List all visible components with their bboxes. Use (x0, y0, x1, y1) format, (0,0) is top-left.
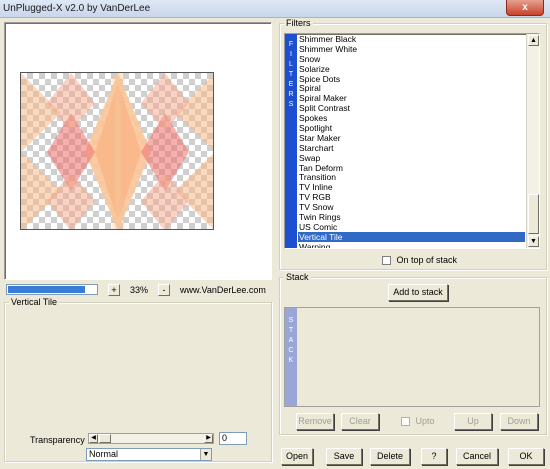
stack-label: Stack (284, 272, 311, 282)
open-button[interactable]: Open (281, 448, 313, 465)
filters-list[interactable]: F I L T E R S Shimmer Black Shimmer White… (284, 33, 540, 249)
scroll-down-icon[interactable]: ▼ (528, 236, 539, 247)
title-bar: UnPlugged-X v2.0 by VanDerLee x (0, 0, 550, 18)
preview-image (21, 73, 213, 229)
scroll-up-icon[interactable]: ▲ (528, 35, 539, 46)
filter-item[interactable]: TV Inline (298, 182, 525, 192)
filters-items: Shimmer Black Shimmer White Snow Solarize Sp… (298, 34, 525, 248)
slider-left-icon[interactable]: ◀ (89, 434, 98, 443)
clear-button[interactable]: Clear (341, 413, 379, 430)
transparency-input[interactable]: 0 (219, 432, 247, 445)
ok-button[interactable]: OK (508, 448, 544, 465)
filter-item[interactable]: Transition (298, 172, 525, 183)
filter-item[interactable]: Star Maker (298, 133, 525, 143)
filter-item[interactable]: Spiral Maker (298, 93, 525, 103)
filter-item[interactable]: TV RGB (298, 192, 525, 202)
transparency-slider[interactable]: ◀ ▶ (88, 433, 214, 444)
on-top-of-stack-option[interactable]: On top of stack (382, 255, 458, 266)
add-to-stack-button[interactable]: Add to stack (388, 284, 448, 301)
filter-item[interactable]: Split Contrast (298, 103, 525, 113)
transparency-label: Transparency (30, 435, 85, 445)
window-title: UnPlugged-X v2.0 by VanDerLee (3, 3, 151, 14)
save-button[interactable]: Save (326, 448, 362, 465)
zoom-out-button[interactable]: - (158, 284, 170, 296)
filter-item[interactable]: Shimmer Black (298, 34, 525, 44)
settings-label: Vertical Tile (9, 297, 60, 307)
progress-fill (8, 286, 86, 293)
filters-scrollbar[interactable]: ▲ ▼ (526, 34, 539, 248)
filter-item[interactable]: Spice Dots (298, 74, 525, 84)
remove-button[interactable]: Remove (296, 413, 334, 430)
stack-strip-text: S T A C K (288, 317, 294, 364)
blend-mode-value: Normal (89, 449, 119, 459)
filters-strip: F I L T E R S (285, 34, 297, 248)
stack-list[interactable]: S T A C K (284, 307, 540, 407)
upto-label: Upto (415, 416, 435, 426)
slider-thumb[interactable] (99, 434, 111, 443)
website-link[interactable]: www.VanDerLee.com (180, 285, 266, 295)
delete-button[interactable]: Delete (370, 448, 410, 465)
zoom-in-button[interactable]: + (108, 284, 120, 296)
filter-item[interactable]: Spotlight (298, 123, 525, 133)
filters-label: Filters (284, 18, 313, 28)
filter-item[interactable]: US Comic (298, 222, 525, 232)
down-button[interactable]: Down (500, 413, 538, 430)
filter-item[interactable]: Snow (298, 54, 525, 64)
filter-item[interactable]: TV Snow (298, 202, 525, 212)
upto-option[interactable]: Upto (401, 416, 435, 427)
filter-item[interactable]: Spiral (298, 83, 525, 94)
close-button[interactable]: x (506, 0, 544, 16)
preview-panel (4, 22, 272, 280)
chevron-down-icon[interactable]: ▼ (200, 449, 211, 460)
upto-checkbox[interactable] (401, 417, 410, 427)
up-button[interactable]: Up (454, 413, 492, 430)
scroll-thumb[interactable] (528, 194, 539, 234)
on-top-of-stack-label: On top of stack (396, 255, 458, 265)
filter-item[interactable]: Spokes (298, 113, 525, 123)
filter-item[interactable]: Solarize (298, 64, 525, 74)
on-top-of-stack-checkbox[interactable] (382, 256, 391, 266)
progress-bar (6, 284, 98, 295)
zoom-level: 33% (130, 285, 149, 295)
filter-item[interactable]: Twin Rings (298, 212, 525, 222)
filter-item[interactable]: Tan Deform (298, 163, 525, 173)
filter-item[interactable]: Swap (298, 153, 525, 163)
filter-item[interactable]: Starchart (298, 143, 525, 153)
filter-item[interactable]: Shimmer White (298, 44, 525, 54)
blend-mode-select[interactable]: Normal ▼ (86, 448, 212, 461)
stack-strip: S T A C K (285, 308, 297, 406)
filter-item[interactable]: Vertical Tile (298, 231, 525, 242)
preview-canvas[interactable] (20, 72, 214, 230)
filter-item[interactable]: Warping (298, 242, 525, 248)
help-button[interactable]: ? (421, 448, 447, 465)
slider-right-icon[interactable]: ▶ (204, 434, 213, 443)
cancel-button[interactable]: Cancel (456, 448, 498, 465)
filters-strip-text: F I L T E R S (288, 41, 294, 108)
